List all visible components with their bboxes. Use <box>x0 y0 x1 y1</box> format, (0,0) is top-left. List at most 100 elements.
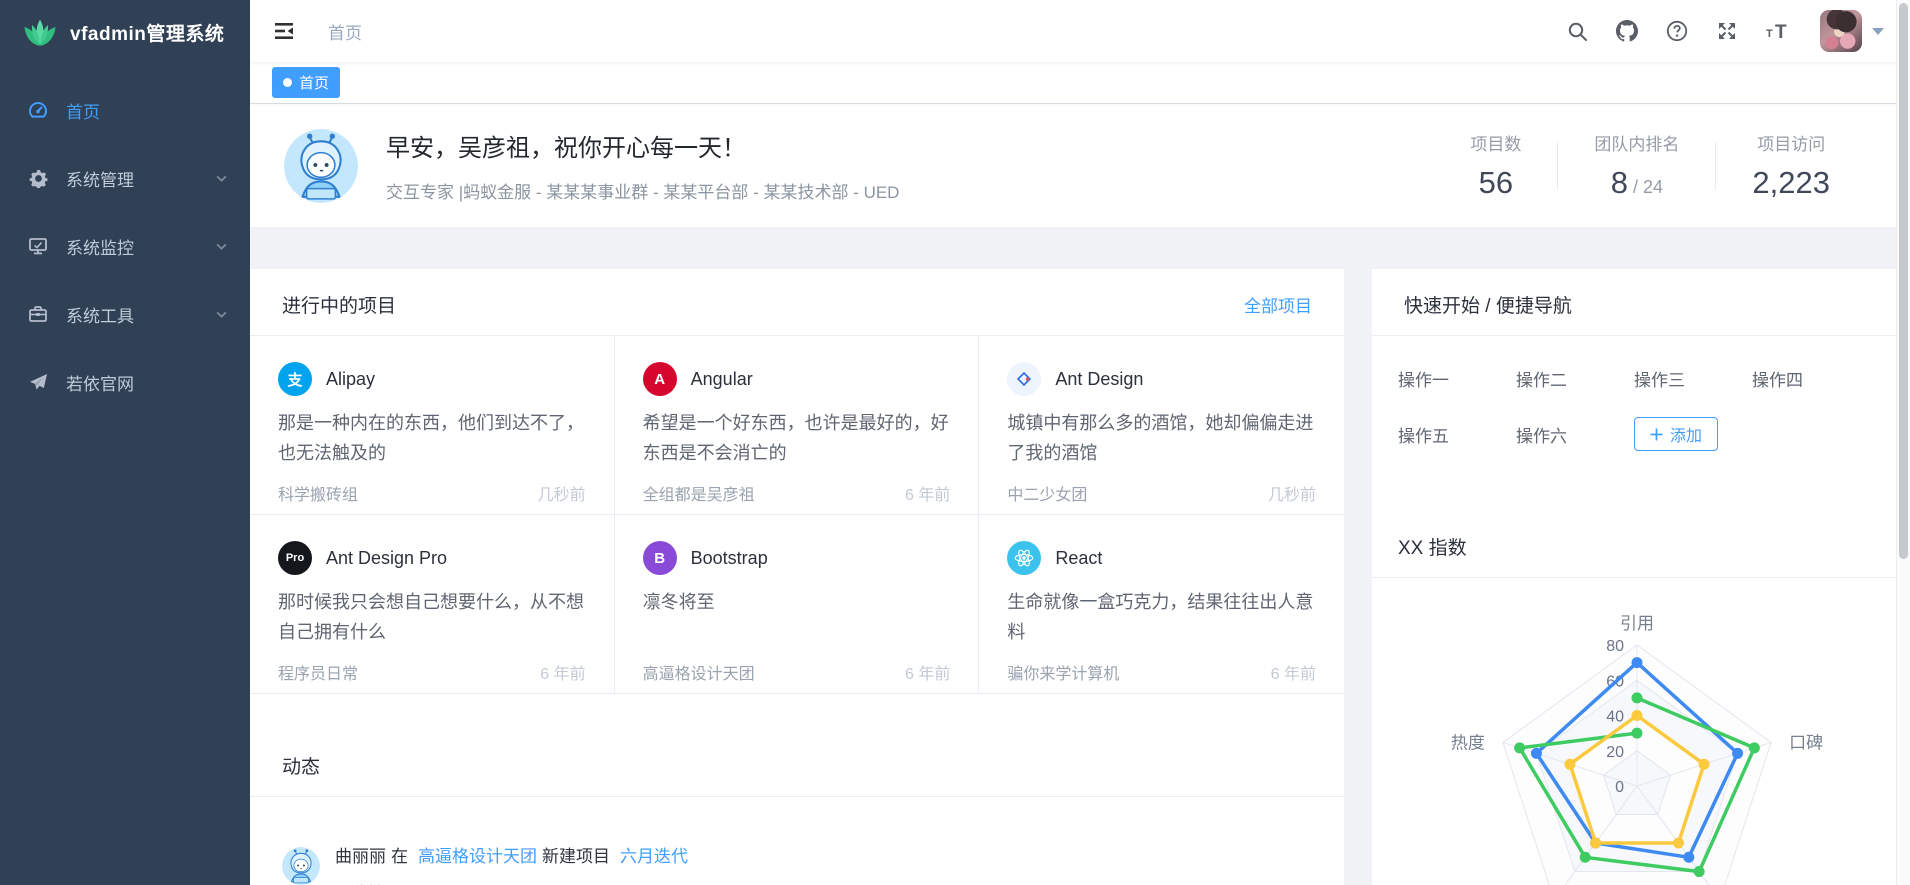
quick-link-6[interactable]: 操作六 <box>1516 422 1634 447</box>
tag-label: 首页 <box>299 72 329 93</box>
project-card-time: 6 年前 <box>540 660 585 684</box>
monitor-icon <box>26 234 50 258</box>
quick-nav-title: 快速开始 / 便捷导航 <box>1404 291 1572 318</box>
project-card-group[interactable]: 程序员日常 <box>278 660 358 684</box>
angular-icon: A <box>643 362 677 396</box>
activity-item: 曲丽丽在高逼格设计天团新建项目六月迭代 几秒前 <box>250 797 1344 885</box>
project-card-group[interactable]: 骗你来学计算机 <box>1007 660 1119 684</box>
project-card-time: 几秒前 <box>538 481 586 505</box>
greeting-title: 早安，吴彦祖，祝你开心每一天！ <box>386 128 899 163</box>
alipay-icon: 支 <box>278 362 312 396</box>
project-card-desc: 希望是一个好东西，也许是最好的，好东西是不会消亡的 <box>643 408 951 468</box>
sidebar-item-system-management[interactable]: 系统管理 <box>0 144 250 212</box>
sidebar-item-label: 系统管理 <box>66 166 134 191</box>
quick-link-4[interactable]: 操作四 <box>1752 366 1870 391</box>
leaf-logo-icon <box>22 16 58 48</box>
project-card-group[interactable]: 高逼格设计天团 <box>643 660 755 684</box>
search-icon[interactable] <box>1567 21 1588 42</box>
project-card-desc: 凛冬将至 <box>643 587 951 647</box>
ant-design-icon <box>1007 362 1041 396</box>
quick-link-1[interactable]: 操作一 <box>1398 366 1516 391</box>
project-card-desc: 城镇中有那么多的酒馆，她却偏偏走进了我的酒馆 <box>1007 408 1316 468</box>
project-card-time: 几秒前 <box>1268 481 1316 505</box>
stat-value: 56 <box>1470 165 1521 201</box>
page-scrollbar <box>1896 0 1910 885</box>
all-projects-link[interactable]: 全部项目 <box>1244 292 1312 317</box>
sidebar-item-system-monitor[interactable]: 系统监控 <box>0 212 250 280</box>
radar-chart: 020406080引用口碑产量贡献热度 <box>1372 578 1896 885</box>
svg-text:热度: 热度 <box>1451 733 1485 752</box>
sidebar-item-label: 系统工具 <box>66 302 134 327</box>
user-avatar[interactable] <box>1820 10 1862 52</box>
hamburger-fold-icon[interactable] <box>272 20 296 42</box>
projects-header: 进行中的项目 全部项目 <box>250 269 1344 335</box>
stat-value: 2,223 <box>1752 165 1830 201</box>
activity-project-link[interactable]: 六月迭代 <box>620 847 688 866</box>
paper-plane-icon <box>26 370 50 394</box>
sidebar-item-official-site[interactable]: 若依官网 <box>0 348 250 416</box>
project-card-title[interactable]: Bootstrap <box>691 548 768 569</box>
svg-text:引用: 引用 <box>1620 614 1654 633</box>
activity-body: 曲丽丽在高逼格设计天团新建项目六月迭代 几秒前 <box>335 847 693 885</box>
project-card-title[interactable]: Ant Design <box>1055 369 1143 390</box>
add-button[interactable]: 添加 <box>1634 417 1718 451</box>
project-card-group[interactable]: 科学搬砖组 <box>278 481 358 505</box>
stat-label: 团队内排名 <box>1594 130 1679 155</box>
projects-panel: 进行中的项目 全部项目 支 Alipay 那是一种内在的东西，他们到达不了，也无… <box>250 269 1344 885</box>
activity-user-name[interactable]: 曲丽丽 <box>335 847 386 866</box>
project-card-title[interactable]: React <box>1055 548 1102 569</box>
content-columns: 进行中的项目 全部项目 支 Alipay 那是一种内在的东西，他们到达不了，也无… <box>250 269 1896 885</box>
question-icon[interactable] <box>1666 20 1688 42</box>
dashboard-icon <box>26 98 50 122</box>
page-content: 早安，吴彦祖，祝你开心每一天！ 交互专家 |蚂蚁金服 - 某某某事业群 - 某某… <box>250 104 1910 885</box>
font-size-icon[interactable]: T T <box>1766 20 1792 42</box>
project-card-group[interactable]: 全组都是吴彦祖 <box>643 481 755 505</box>
svg-text:40: 40 <box>1606 709 1624 726</box>
quick-link-2[interactable]: 操作二 <box>1516 366 1634 391</box>
project-card-title[interactable]: Alipay <box>326 369 375 390</box>
activity-time: 几秒前 <box>335 879 693 885</box>
activity-text: 曲丽丽在高逼格设计天团新建项目六月迭代 <box>335 847 693 867</box>
stat-value: 8 / 24 <box>1594 165 1679 201</box>
project-card-group[interactable]: 中二少女团 <box>1007 481 1087 505</box>
fullscreen-icon[interactable] <box>1716 20 1738 42</box>
tags-view-bar: 首页 <box>250 62 1910 104</box>
app-logo[interactable]: vfadmin管理系统 <box>0 0 250 64</box>
quick-link-3[interactable]: 操作三 <box>1634 366 1752 391</box>
project-card-title[interactable]: Angular <box>691 369 753 390</box>
ant-design-pro-icon: Pro <box>278 541 312 575</box>
project-card-bootstrap: B Bootstrap 凛冬将至 高逼格设计天团 6 年前 <box>615 515 980 694</box>
radar-section: 020406080引用口碑产量贡献热度 <box>1372 578 1896 885</box>
activity-title: 动态 <box>282 752 320 779</box>
ant-mascot-avatar <box>284 129 358 203</box>
chevron-down-icon <box>215 240 228 253</box>
stat-suffix: / 24 <box>1628 177 1663 197</box>
sidebar: vfadmin管理系统 首页 系统管理 <box>0 0 250 885</box>
activity-user-avatar <box>282 847 320 885</box>
tag-home[interactable]: 首页 <box>272 67 340 98</box>
project-card-desc: 那是一种内在的东西，他们到达不了，也无法触及的 <box>278 408 586 468</box>
top-navbar: 首页 <box>250 0 1910 62</box>
caret-down-icon <box>1872 28 1884 35</box>
github-icon[interactable] <box>1616 20 1638 42</box>
project-card-alipay: 支 Alipay 那是一种内在的东西，他们到达不了，也无法触及的 科学搬砖组 几… <box>250 336 615 515</box>
greeting-subtitle: 交互专家 |蚂蚁金服 - 某某某事业群 - 某某平台部 - 某某技术部 - UE… <box>386 178 899 203</box>
sidebar-menu: 首页 系统管理 <box>0 64 250 416</box>
project-card-time: 6 年前 <box>905 660 950 684</box>
greeting-panel: 早安，吴彦祖，祝你开心每一天！ 交互专家 |蚂蚁金服 - 某某某事业群 - 某某… <box>250 104 1896 227</box>
activity-group-link[interactable]: 高逼格设计天团 <box>418 847 537 866</box>
chevron-down-icon <box>215 308 228 321</box>
react-icon <box>1007 541 1041 575</box>
stat-label: 项目数 <box>1470 130 1521 155</box>
scrollbar-thumb[interactable] <box>1899 3 1908 559</box>
sidebar-item-system-tools[interactable]: 系统工具 <box>0 280 250 348</box>
quick-link-5[interactable]: 操作五 <box>1398 422 1516 447</box>
breadcrumb[interactable]: 首页 <box>328 19 362 44</box>
stat-projects: 项目数 56 <box>1434 130 1557 201</box>
sidebar-item-home[interactable]: 首页 <box>0 76 250 144</box>
svg-text:T: T <box>1775 22 1787 42</box>
svg-text:口碑: 口碑 <box>1789 733 1823 752</box>
user-menu[interactable] <box>1820 10 1884 52</box>
index-title: XX 指数 <box>1398 533 1467 560</box>
project-card-title[interactable]: Ant Design Pro <box>326 548 447 569</box>
